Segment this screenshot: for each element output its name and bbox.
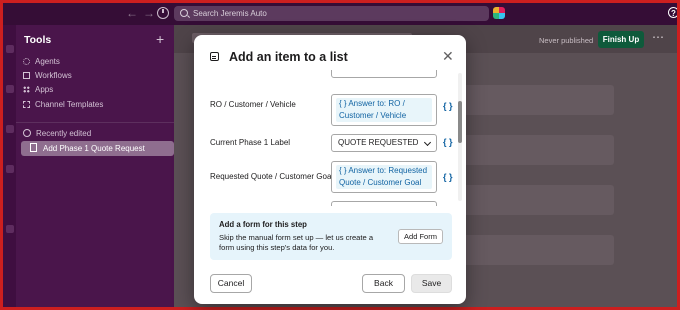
sidebar-item-label: Apps xyxy=(35,85,54,94)
field-label: Requested Quote / Customer Goal xyxy=(210,172,334,181)
sidebar-item-workflow-active[interactable]: Add Phase 1 Quote Request xyxy=(21,141,174,156)
help-icon[interactable]: ? xyxy=(668,7,677,18)
insert-variable-button[interactable]: { } xyxy=(443,172,453,182)
sidebar-item-label: Channel Templates xyxy=(35,100,104,109)
modal-title: Add an item to a list xyxy=(229,50,348,64)
apps-icon xyxy=(23,86,30,93)
close-icon[interactable]: ✕ xyxy=(442,48,454,65)
variable-token[interactable]: { } Answer to: RO / Customer / Vehicle xyxy=(336,98,432,122)
workspace-rail xyxy=(3,25,16,307)
back-button[interactable]: Back xyxy=(362,274,405,293)
requested-quote-input[interactable]: { } Answer to: Requested Quote / Custome… xyxy=(331,161,437,193)
forward-arrow-icon[interactable]: → xyxy=(143,6,155,20)
more-options-icon[interactable]: ⋯ xyxy=(652,30,665,44)
rail-activity-icon[interactable] xyxy=(6,125,14,133)
recently-edited-label: Recently edited xyxy=(36,129,92,138)
search-placeholder: Search Jeremis Auto xyxy=(193,9,267,18)
sidebar-divider xyxy=(16,122,174,123)
history-icon[interactable] xyxy=(157,7,169,19)
agents-icon xyxy=(23,58,30,65)
sidebar-item-label: Add Phase 1 Quote Request xyxy=(43,144,145,153)
select-value: QUOTE REQUESTED xyxy=(338,138,419,147)
workspace-icon[interactable] xyxy=(493,7,505,19)
tools-sidebar: Tools + Agents Workflows Apps Channel Te… xyxy=(16,25,174,307)
cancel-button[interactable]: Cancel xyxy=(210,274,252,293)
ro-customer-vehicle-input[interactable]: { } Answer to: RO / Customer / Vehicle xyxy=(331,94,437,126)
add-item-modal: Add an item to a list ✕ RO / Customer / … xyxy=(194,35,466,304)
rail-home-icon[interactable] xyxy=(6,45,14,53)
sidebar-item-agents[interactable]: Agents xyxy=(23,57,60,66)
sidebar-item-label: Agents xyxy=(35,57,60,66)
partial-field-input[interactable] xyxy=(331,201,437,206)
form-card-description: Skip the manual form set up — let us cre… xyxy=(219,233,374,252)
insert-variable-button[interactable]: { } xyxy=(443,101,453,111)
publish-status: Never published xyxy=(539,36,594,45)
chevron-down-icon xyxy=(423,138,432,147)
variable-token[interactable]: { } Answer to: Requested Quote / Custome… xyxy=(336,165,432,189)
field-label: RO / Customer / Vehicle xyxy=(210,100,296,109)
workflow-doc-icon xyxy=(30,143,37,152)
add-form-card: Add a form for this step Skip the manual… xyxy=(210,213,452,260)
add-tool-button[interactable]: + xyxy=(156,31,164,47)
rail-dms-icon[interactable] xyxy=(6,85,14,93)
channel-templates-icon xyxy=(23,101,30,108)
modal-form-scroll[interactable]: RO / Customer / Vehicle { } Answer to: R… xyxy=(194,70,466,206)
add-form-button[interactable]: Add Form xyxy=(398,229,443,244)
field-label: Current Phase 1 Label xyxy=(210,138,291,147)
form-card-title: Add a form for this step xyxy=(219,220,307,229)
partial-field-input[interactable] xyxy=(331,70,437,78)
sidebar-item-apps[interactable]: Apps xyxy=(23,85,53,94)
list-icon xyxy=(210,52,219,61)
workflows-icon xyxy=(23,72,30,79)
search-bar[interactable]: Search Jeremis Auto xyxy=(174,6,489,21)
insert-variable-button[interactable]: { } xyxy=(443,137,453,147)
save-button[interactable]: Save xyxy=(411,274,452,293)
sidebar-item-workflows[interactable]: Workflows xyxy=(23,71,72,80)
rail-more-icon[interactable] xyxy=(6,225,14,233)
rail-files-icon[interactable] xyxy=(6,165,14,173)
sidebar-item-channel-templates[interactable]: Channel Templates xyxy=(23,100,103,109)
top-bar: ← → Search Jeremis Auto ? xyxy=(3,3,677,25)
search-icon xyxy=(180,9,188,17)
back-arrow-icon[interactable]: ← xyxy=(126,6,138,20)
finish-up-button[interactable]: Finish Up xyxy=(598,31,644,48)
recently-edited-header[interactable]: Recently edited xyxy=(23,129,91,138)
sidebar-item-label: Workflows xyxy=(35,71,72,80)
sidebar-title: Tools xyxy=(24,34,52,46)
scrollbar-thumb[interactable] xyxy=(458,101,462,143)
clock-icon xyxy=(23,129,31,137)
phase-label-select[interactable]: QUOTE REQUESTED xyxy=(331,134,437,152)
